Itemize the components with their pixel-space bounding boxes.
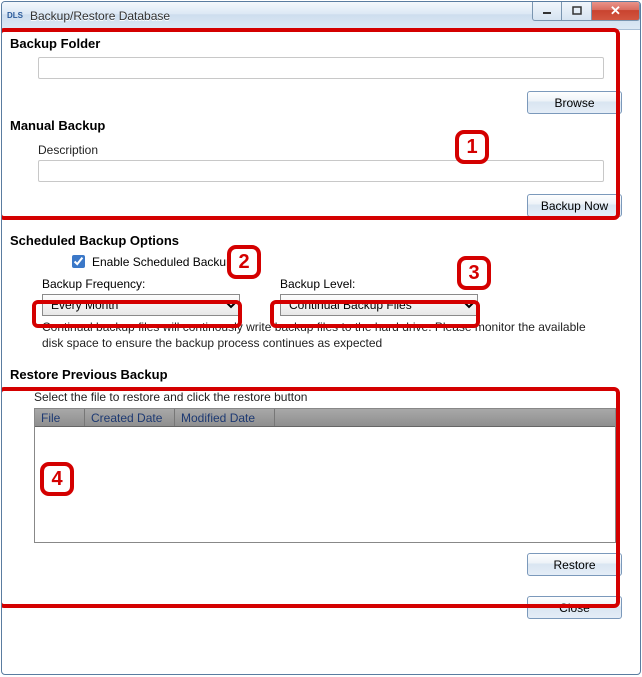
description-label: Description [38,143,604,157]
level-select[interactable]: Continual Backup Files [280,294,478,316]
minimize-button[interactable] [532,2,562,21]
frequency-label: Backup Frequency: [42,277,240,291]
close-dialog-button[interactable]: Close [527,596,622,619]
restore-button[interactable]: Restore [527,553,622,576]
level-label: Backup Level: [280,277,478,291]
manual-backup-heading: Manual Backup [10,118,632,133]
close-icon: ✕ [610,3,621,19]
browse-button[interactable]: Browse [527,91,622,114]
col-modified[interactable]: Modified Date [175,409,275,426]
col-file[interactable]: File [35,409,85,426]
maximize-icon [572,6,582,16]
window-title: Backup/Restore Database [30,9,170,23]
maximize-button[interactable] [562,2,592,21]
enable-scheduled-label: Enable Scheduled Backup [92,255,233,269]
content: Backup Folder Browse Manual Backup Descr… [2,30,640,674]
titlebar: DLS Backup/Restore Database ✕ [2,2,640,30]
table-header: File Created Date Modified Date [35,409,615,427]
backup-now-button[interactable]: Backup Now [527,194,622,217]
restore-heading: Restore Previous Backup [10,367,632,382]
frequency-select[interactable]: Every Month [42,294,240,316]
close-button[interactable]: ✕ [592,2,640,21]
backup-folder-heading: Backup Folder [10,36,632,51]
enable-scheduled-checkbox[interactable] [72,255,85,268]
restore-instruction: Select the file to restore and click the… [34,390,616,404]
scheduled-helper-text: Continual backup files will continously … [10,316,632,351]
backup-folder-input[interactable] [38,57,604,79]
window: DLS Backup/Restore Database ✕ Backup Fol… [1,1,641,675]
restore-table[interactable]: File Created Date Modified Date [34,408,616,543]
minimize-icon [542,6,552,16]
col-created[interactable]: Created Date [85,409,175,426]
window-buttons: ✕ [532,2,640,21]
table-body [35,427,615,541]
description-input[interactable] [38,160,604,182]
scheduled-heading: Scheduled Backup Options [10,233,632,248]
app-icon: DLS [6,9,24,23]
